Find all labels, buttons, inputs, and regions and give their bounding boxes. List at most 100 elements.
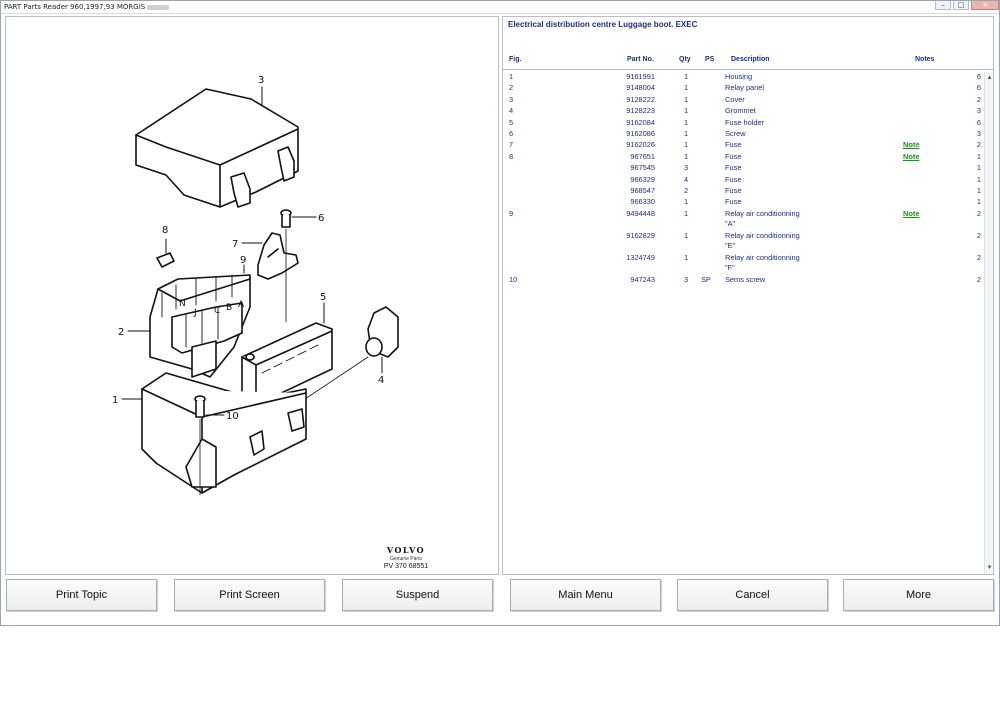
relay-letter-b: B: [226, 303, 232, 313]
table-row[interactable]: 5 9162084 1 Fuse holder 6: [503, 118, 983, 129]
part-number-cell: 9162026: [626, 140, 655, 150]
notes-count-cell: 2: [976, 94, 981, 104]
notes-count-cell: 6: [976, 83, 981, 93]
table-row[interactable]: 6 9162086 1 Screw 3: [503, 129, 983, 140]
qty-cell: 1: [683, 83, 689, 93]
qty-cell: 1: [683, 230, 689, 240]
note-link[interactable]: Note: [903, 209, 919, 218]
parts-table: 1 9161991 1 Housing 6 2 9148004 1 Relay panel 6 3 9…: [503, 72, 983, 286]
suspend-button[interactable]: Suspend: [342, 579, 493, 611]
description-line: Relay air conditionning: [725, 230, 800, 240]
section-title: Electrical distribution centre Luggage b…: [508, 20, 698, 29]
table-row[interactable]: 967545 3 Fuse 1: [503, 163, 983, 174]
part-number-cell: 966329: [630, 174, 655, 184]
table-row[interactable]: 9162829 1 Relay air conditionning "E" 2: [503, 231, 983, 253]
callout-10: 10: [226, 411, 239, 422]
description-line: Relay air conditionning: [725, 252, 800, 262]
description-cell: Fuse: [725, 163, 742, 173]
notes-count-cell: 1: [976, 174, 981, 184]
cancel-button[interactable]: Cancel: [677, 579, 828, 611]
part-number-cell: 968547: [630, 185, 655, 195]
part-number-cell: 9148004: [626, 83, 655, 93]
callout-6: 6: [318, 213, 324, 224]
fig-cell: 3: [509, 94, 514, 104]
fig-cell: 2: [509, 83, 514, 93]
description-cell: Fuse: [725, 174, 742, 184]
print-topic-button[interactable]: Print Topic: [6, 579, 157, 611]
description-variant: "E": [725, 240, 736, 250]
notes-count-cell: 1: [976, 151, 981, 161]
minimize-button[interactable]: –: [935, 1, 951, 10]
qty-cell: 1: [683, 140, 689, 150]
callout-5: 5: [320, 292, 326, 303]
fuse-part-8: [156, 252, 175, 268]
qty-cell: 1: [683, 117, 689, 127]
note-link[interactable]: Note: [903, 140, 919, 149]
qty-cell: 2: [683, 185, 689, 195]
notes-count-cell: 6: [976, 117, 981, 127]
table-row[interactable]: 968547 2 Fuse 1: [503, 186, 983, 197]
table-row[interactable]: 4 9128223 1 Grommet 3: [503, 106, 983, 117]
col-header-notes: Notes: [915, 56, 935, 63]
description-line: Relay air conditionning: [725, 208, 800, 218]
table-row[interactable]: 10 947243 3 SP Sems screw 2: [503, 275, 983, 286]
fig-cell: 1: [509, 72, 514, 81]
window-title: PART Parts Reader 960,1997,93 MORGIS: [4, 3, 146, 11]
qty-cell: 1: [683, 106, 689, 116]
notes-count-cell: 1: [976, 163, 981, 173]
qty-cell: 1: [683, 128, 689, 138]
part-number-cell: 9128223: [626, 106, 655, 116]
table-row[interactable]: 9 9494448 1 Relay air conditionning "A" Note 2: [503, 209, 983, 231]
qty-cell: 1: [683, 208, 689, 218]
notes-count-cell: 3: [976, 106, 981, 116]
part-number-cell: 9161991: [626, 72, 655, 81]
part-number-cell: 9128222: [626, 94, 655, 104]
qty-cell: 1: [683, 151, 689, 161]
description-cell: Relay air conditionning "E": [725, 231, 885, 251]
qty-cell: 1: [683, 197, 689, 207]
relay-panel-part: N J C B A: [149, 274, 251, 378]
description-cell: Fuse: [725, 140, 742, 150]
table-row[interactable]: 966330 1 Fuse 1: [503, 197, 983, 208]
qty-cell: 1: [683, 252, 689, 262]
description-cell: Fuse: [725, 197, 742, 207]
part-number-cell: 947243: [630, 274, 655, 284]
window-controls: – □ ✕: [933, 1, 999, 13]
part-number-cell: 9162084: [626, 117, 655, 127]
part-number-cell: 9162086: [626, 128, 655, 138]
parts-list-pane: Electrical distribution centre Luggage b…: [502, 16, 994, 575]
scroll-down-icon[interactable]: ▼: [986, 564, 993, 572]
relay-letter-n: N: [179, 299, 186, 309]
description-cell: Fuse: [725, 185, 742, 195]
volvo-brand-block: VOLVO Genuine Parts PV 370 68551: [376, 545, 436, 570]
qty-cell: 4: [683, 174, 689, 184]
vertical-scrollbar[interactable]: ▲ ▼: [984, 72, 993, 574]
table-row[interactable]: 1 9161991 1 Housing 6: [503, 72, 983, 83]
description-variant: "F": [725, 262, 735, 272]
notes-count-cell: 2: [976, 274, 981, 284]
fig-cell: 9: [509, 208, 514, 218]
note-link[interactable]: Note: [903, 152, 919, 161]
table-row[interactable]: 8 967651 1 Fuse Note 1: [503, 152, 983, 163]
app-window: PART Parts Reader 960,1997,93 MORGIS – □…: [0, 0, 1000, 626]
more-button[interactable]: More: [843, 579, 994, 611]
cover-part: [135, 88, 299, 208]
notes-count-cell: 2: [976, 208, 981, 218]
fig-cell: 6: [509, 128, 514, 138]
header-divider: [503, 69, 993, 70]
description-cell: Fuse: [725, 151, 742, 161]
table-row[interactable]: 2 9148004 1 Relay panel 6: [503, 83, 983, 94]
table-row[interactable]: 3 9128222 1 Cover 2: [503, 95, 983, 106]
main-menu-button[interactable]: Main Menu: [510, 579, 661, 611]
maximize-button[interactable]: □: [953, 1, 969, 10]
table-row[interactable]: 7 9162026 1 Fuse Note 2: [503, 140, 983, 151]
description-cell: Relay air conditionning "A": [725, 209, 885, 229]
notes-count-cell: 3: [976, 128, 981, 138]
close-button[interactable]: ✕: [971, 1, 999, 10]
print-screen-button[interactable]: Print Screen: [174, 579, 325, 611]
table-row[interactable]: 966329 4 Fuse 1: [503, 175, 983, 186]
callout-4: 4: [378, 375, 384, 386]
table-row[interactable]: 1324749 1 Relay air conditionning "F" 2: [503, 253, 983, 275]
fig-cell: 10: [509, 274, 518, 284]
scroll-up-icon[interactable]: ▲: [986, 74, 993, 82]
